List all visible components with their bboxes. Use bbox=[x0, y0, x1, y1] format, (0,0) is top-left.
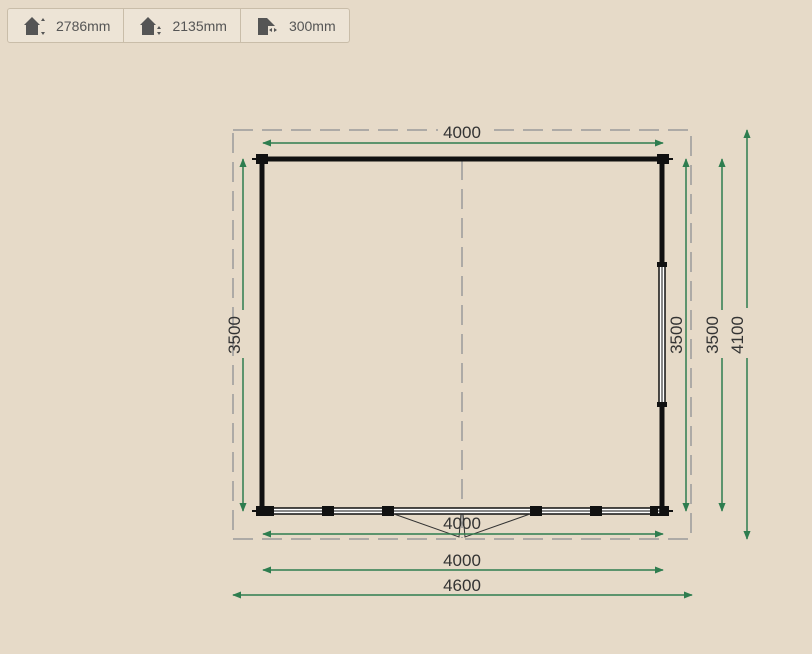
label-right-depth-total: 4100 bbox=[728, 316, 747, 354]
side-window bbox=[657, 262, 667, 407]
label-bottom-width: 4000 bbox=[443, 551, 481, 570]
label-bottom-inner-width: 4000 bbox=[443, 514, 481, 533]
label-bottom-total: 4600 bbox=[443, 576, 481, 595]
floor-plan: 4000 3500 3500 3500 4100 4000 4000 4600 bbox=[225, 122, 756, 599]
dimension-lines bbox=[232, 129, 751, 599]
label-left-depth: 3500 bbox=[225, 316, 244, 354]
label-right-depth-outer: 3500 bbox=[703, 316, 722, 354]
label-right-depth-inner: 3500 bbox=[667, 316, 686, 354]
label-top-width: 4000 bbox=[443, 123, 481, 142]
